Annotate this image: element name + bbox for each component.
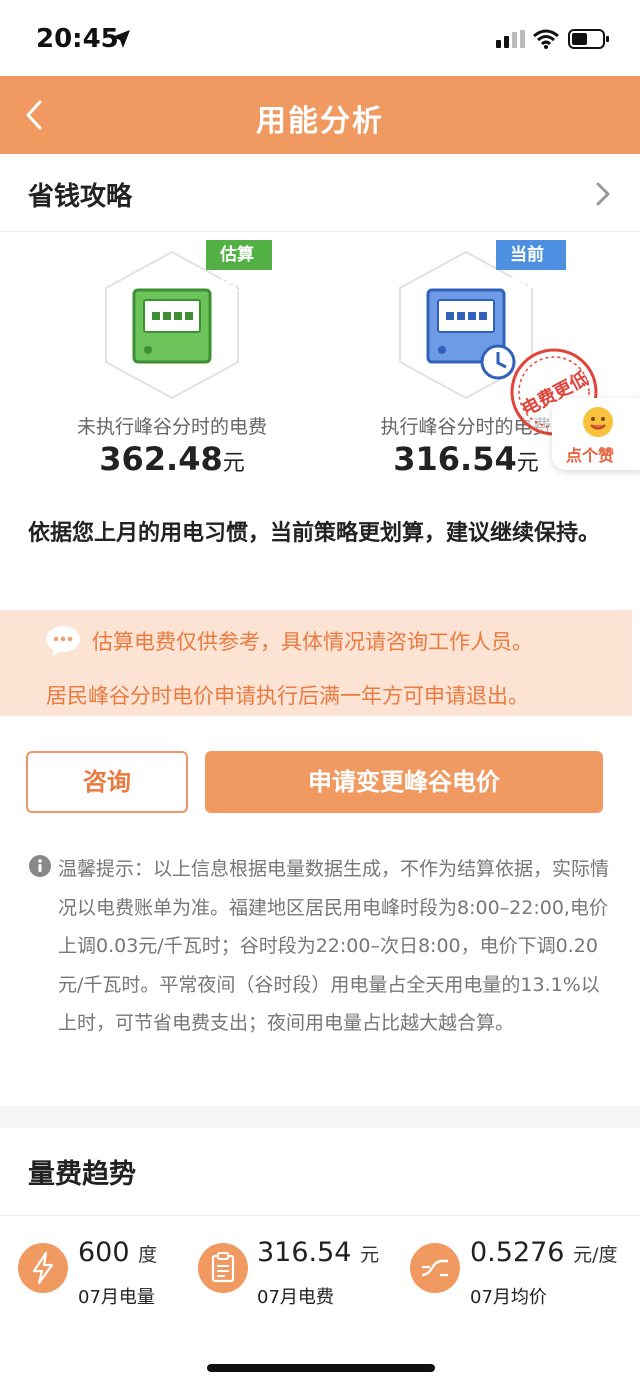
stat-usage-value: 600 度 [78,1237,158,1268]
home-indicator[interactable] [207,1364,435,1372]
estimated-fee-card: 估算电费 未执行峰谷分时的电费 362.48元 [72,240,272,480]
stat-usage-label: 07月电量 [78,1287,155,1308]
chevron-right-icon [596,182,610,206]
clipboard-icon [198,1243,248,1293]
like-label: 点个赞 [566,446,615,465]
current-strategy-ribbon: 当前策略 [496,240,566,295]
smile-face-icon [583,407,613,437]
signal-icon [496,30,525,48]
current-strategy-value: 316.54元 [393,440,539,478]
consult-button[interactable]: 咨询 [26,751,188,813]
stat-fee-label: 07月电费 [257,1287,334,1308]
page-title: 用能分析 [256,104,384,139]
info-icon [29,855,51,877]
estimated-fee-value: 362.48元 [99,440,245,478]
nav-bar: 用能分析 [0,76,640,154]
tip-text: 温馨提示：以上信息根据电量数据生成，不作为结算依据，实际情况以电费账单为准。福建… [58,858,610,1034]
apply-change-button[interactable]: 申请变更峰谷电价 [205,751,603,813]
stat-avg-price-label: 07月均价 [470,1287,547,1308]
status-bar: 20:45 [0,0,640,76]
battery-icon [568,29,609,49]
wifi-icon [533,29,559,49]
stat-avg-price-value: 0.5276 元/度 [470,1237,618,1268]
notice-line-2: 居民峰谷分时电价申请执行后满一年方可申请退出。 [46,684,529,708]
notice-line-1: 估算电费仅供参考，具体情况请咨询工作人员。 [92,630,533,654]
chat-bubble-icon [46,626,80,657]
trend-divider [0,1215,640,1216]
stat-fee-value: 316.54 元 [257,1237,380,1268]
savings-guide-title: 省钱攻略 [28,182,133,212]
lightning-icon [18,1243,68,1293]
like-button[interactable]: 点个赞 [552,398,640,470]
estimated-fee-ribbon: 估算电费 [206,240,272,295]
trend-title: 量费趋势 [28,1159,136,1190]
advice-text: 依据您上月的用电习惯，当前策略更划算，建议继续保持。 [28,521,601,546]
notice-banner: 估算电费仅供参考，具体情况请咨询工作人员。 居民峰谷分时电价申请执行后满一年方可… [0,610,632,716]
section-divider [0,1106,640,1128]
price-curve-icon [410,1243,460,1293]
location-arrow-icon [112,30,130,48]
status-time: 20:45 [36,24,119,54]
estimated-fee-label: 未执行峰谷分时的电费 [76,416,267,438]
savings-guide-row[interactable]: 省钱攻略 [0,154,640,232]
